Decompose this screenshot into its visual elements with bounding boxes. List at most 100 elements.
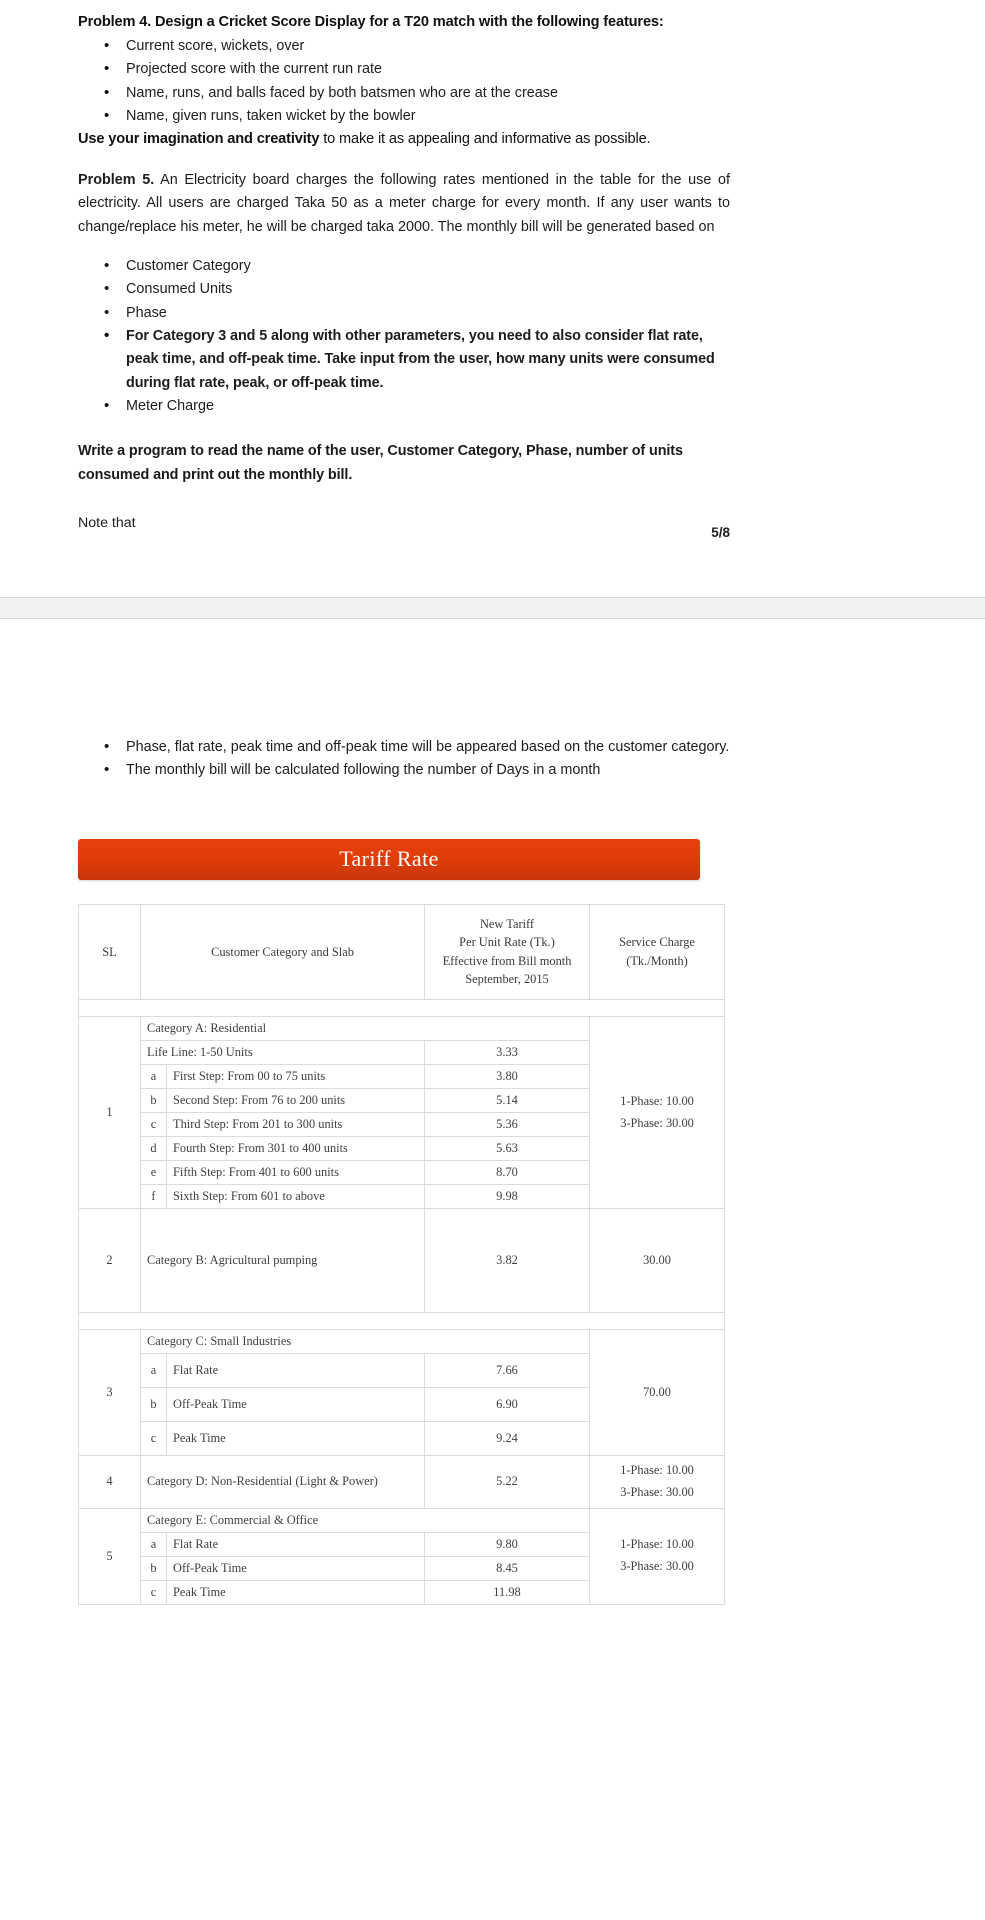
row-rate: 5.63 [424, 1136, 591, 1162]
row-letter: a [140, 1531, 167, 1557]
row-slab: Peak Time [165, 1421, 426, 1457]
row-sl-1: 1 [78, 1016, 141, 1210]
page-6-content: Phase, flat rate, peak time and off-peak… [0, 619, 985, 1605]
row-slab: First Step: From 00 to 75 units [165, 1064, 426, 1090]
header-new-tariff-line1: New Tariff [479, 916, 535, 931]
row-letter: a [140, 1353, 167, 1389]
header-service-charge-line2: (Tk./Month) [626, 953, 688, 968]
note-that-label: Note that [78, 514, 136, 531]
row-letter: e [140, 1160, 167, 1186]
list-item: Customer Category [104, 254, 730, 279]
header-new-tariff-line2: Per Unit Rate (Tk.) [459, 935, 555, 950]
tariff-table-body: 1 Category A: Residential 1-Phase: 10.00… [77, 999, 726, 1605]
row-slab: Sixth Step: From 601 to above [165, 1184, 426, 1210]
service-charge-line2: 3-Phase: 30.00 [620, 1115, 694, 1130]
header-sl: SL [78, 903, 141, 1001]
row-slab: Second Step: From 76 to 200 units [165, 1088, 426, 1114]
note-bullet-list: Phase, flat rate, peak time and off-peak… [78, 735, 730, 783]
row-rate: 8.45 [424, 1555, 591, 1581]
row-rate: 6.90 [424, 1387, 591, 1423]
page-5: Problem 4. Design a Cricket Score Displa… [0, 0, 985, 597]
row-letter: c [140, 1421, 167, 1457]
table-row: 2 Category B: Agricultural pumping 3.82 … [78, 1208, 726, 1314]
category-a-title: Category A: Residential [139, 1016, 591, 1042]
category-c-title: Category C: Small Industries [139, 1329, 591, 1355]
service-charge-line1: 1-Phase: 10.00 [620, 1537, 694, 1552]
table-row: 5 Category E: Commercial & Office 1-Phas… [78, 1507, 726, 1605]
problem-4-closing-rest: to make it as appealing and informative … [319, 131, 651, 148]
service-charge-line1: 1-Phase: 10.00 [620, 1463, 694, 1478]
problem-5-intro-paragraph: Problem 5. An Electricity board charges … [78, 169, 730, 239]
header-service-charge-line1: Service Charge [619, 935, 695, 950]
row-rate: 7.66 [424, 1353, 591, 1389]
list-item: Name, runs, and balls faced by both bats… [104, 81, 730, 106]
list-item: Meter Charge [104, 394, 730, 419]
list-item: Name, given runs, taken wicket by the bo… [104, 104, 730, 129]
row-slab: Flat Rate [165, 1353, 426, 1389]
row-sl-5: 5 [78, 1507, 141, 1605]
row-letter: c [140, 1579, 167, 1605]
service-charge-line1: 1-Phase: 10.00 [620, 1093, 694, 1108]
row-rate: 11.98 [424, 1579, 591, 1605]
category-b-title: Category B: Agricultural pumping [139, 1208, 426, 1314]
problem-4-closing-bold: Use your imagination and creativity [78, 131, 320, 148]
row-rate: 9.98 [424, 1184, 591, 1210]
row-letter: d [140, 1136, 167, 1162]
service-charge-group-4: 1-Phase: 10.00 3-Phase: 30.00 [589, 1455, 726, 1509]
row-letter: c [140, 1112, 167, 1138]
list-item: Current score, wickets, over [104, 34, 730, 59]
row-rate: 5.36 [424, 1112, 591, 1138]
row-slab: Off-Peak Time [165, 1387, 426, 1423]
service-charge-line2: 3-Phase: 30.00 [620, 1559, 694, 1573]
list-item: Consumed Units [104, 277, 730, 302]
row-slab: Fourth Step: From 301 to 400 units [165, 1136, 426, 1162]
header-new-tariff: New Tariff Per Unit Rate (Tk.) Effective… [424, 903, 591, 1001]
header-new-tariff-line3: Effective from Bill month [442, 953, 572, 968]
row-rate: 9.80 [424, 1531, 591, 1557]
note-bullets-container: Phase, flat rate, peak time and off-peak… [78, 735, 730, 783]
page-5-content: Problem 4. Design a Cricket Score Displa… [78, 0, 730, 531]
row-rate: 8.70 [424, 1160, 591, 1186]
list-item: Phase [104, 301, 730, 326]
document-page-container: Problem 4. Design a Cricket Score Displa… [0, 0, 985, 1909]
table-row: 4 Category D: Non-Residential (Light & P… [78, 1455, 726, 1509]
row-letter: a [140, 1064, 167, 1090]
service-charge-line2: 3-Phase: 30.00 [620, 1484, 694, 1499]
header-new-tariff-line4: September, 2015 [465, 972, 549, 987]
header-customer-category: Customer Category and Slab [139, 903, 426, 1001]
service-charge-group-2: 30.00 [589, 1208, 726, 1314]
problem-5-intro-text: An Electricity board charges the followi… [78, 171, 730, 235]
row-slab: Fifth Step: From 401 to 600 units [165, 1160, 426, 1186]
problem-4-bullet-list: Current score, wickets, over Projected s… [78, 34, 730, 129]
write-program-instruction: Write a program to read the name of the … [78, 443, 683, 483]
problem-5-bullet-list: Customer Category Consumed Units Phase F… [78, 254, 730, 419]
page-number: 5/8 [711, 525, 730, 540]
header-service-charge: Service Charge (Tk./Month) [589, 903, 726, 1001]
row-sl-4: 4 [78, 1455, 141, 1509]
list-item: The monthly bill will be calculated foll… [104, 758, 730, 783]
category-b-rate: 3.82 [424, 1208, 591, 1314]
row-letter: b [140, 1387, 167, 1423]
row-letter: b [140, 1088, 167, 1114]
table-row: 3 Category C: Small Industries 70.00 [78, 1329, 726, 1457]
page-6: Phase, flat rate, peak time and off-peak… [0, 619, 985, 1909]
row-sl-2: 2 [78, 1208, 141, 1314]
list-item: Projected score with the current run rat… [104, 57, 730, 82]
row-rate: 3.80 [424, 1064, 591, 1090]
tariff-banner-title: Tariff Rate [339, 846, 439, 872]
category-d-title: Category D: Non-Residential (Light & Pow… [139, 1455, 426, 1509]
list-item: Phase, flat rate, peak time and off-peak… [104, 735, 730, 760]
table-spacer-row [77, 1312, 726, 1331]
life-line-rate: 3.33 [424, 1040, 591, 1066]
category-e-title: Category E: Commercial & Office [139, 1507, 591, 1533]
row-rate: 5.14 [424, 1088, 591, 1114]
problem-4-closing-line: Use your imagination and creativity to m… [78, 129, 730, 150]
row-slab: Third Step: From 201 to 300 units [165, 1112, 426, 1138]
table-row: 1 Category A: Residential 1-Phase: 10.00… [78, 1016, 726, 1210]
tariff-rate-banner: Tariff Rate [78, 838, 700, 880]
row-letter: f [140, 1184, 167, 1210]
row-rate: 9.24 [424, 1421, 591, 1457]
problem-4-heading: Problem 4. Design a Cricket Score Displa… [78, 14, 664, 30]
tariff-table-header: SL Customer Category and Slab New Tariff… [78, 903, 726, 1001]
